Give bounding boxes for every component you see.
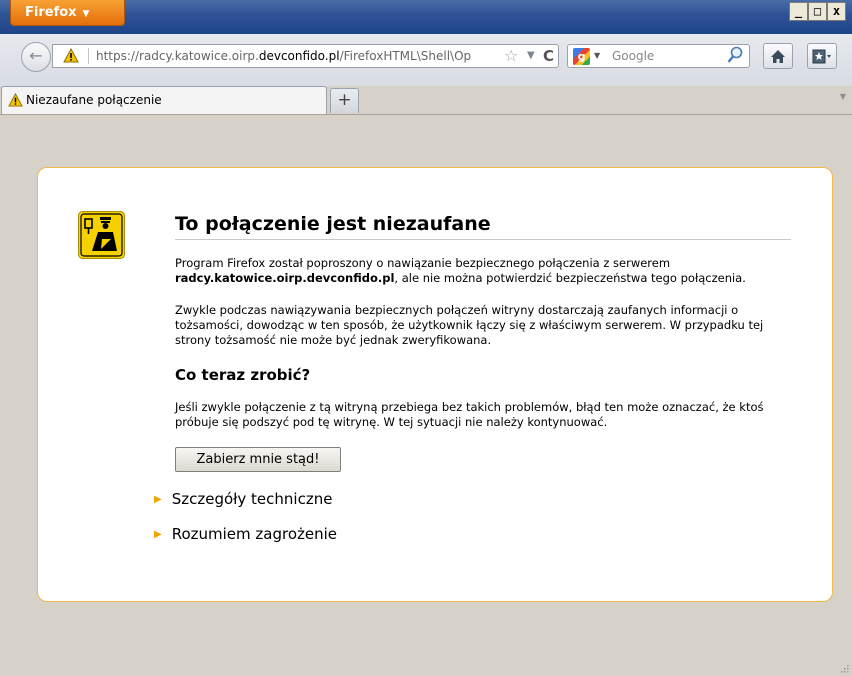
warning-icon[interactable] [63, 48, 79, 63]
expand-triangle-icon: ▶ [154, 494, 162, 505]
bookmarks-button[interactable] [807, 43, 837, 69]
intro-before: Program Firefox został poproszony o nawi… [175, 256, 671, 270]
url-bar[interactable]: https://radcy.katowice.oirp.devconfido.p… [52, 44, 559, 68]
url-prefix: https://radcy.katowice.oirp. [96, 49, 259, 63]
what-to-do-heading: Co teraz zrobić? [175, 366, 311, 384]
history-dropdown-icon[interactable]: ▼ [527, 45, 535, 67]
close-button[interactable]: x [827, 2, 846, 21]
page-title: To połączenie jest niezaufane [175, 213, 791, 240]
maximize-button[interactable]: □ [808, 2, 827, 21]
search-engine-dropdown-icon[interactable]: ▼ [594, 45, 600, 67]
home-icon [771, 50, 785, 63]
firefox-menu-button[interactable]: Firefox ▼ [10, 0, 125, 26]
explanation-text: Zwykle podczas nawiązywania bezpiecznych… [175, 303, 764, 347]
home-button[interactable] [763, 43, 793, 69]
minimize-button[interactable]: _ [789, 2, 808, 21]
understand-risks-expander[interactable]: ▶ Rozumiem zagrożenie [154, 525, 337, 543]
understand-risks-label: Rozumiem zagrożenie [171, 525, 338, 543]
url-host: devconfido.pl [258, 49, 340, 63]
intro-host: radcy.katowice.oirp.devconfido.pl [175, 271, 395, 285]
technical-details-label: Szczegóły techniczne [171, 490, 333, 508]
bookmark-star-icon[interactable]: ☆ [504, 45, 518, 67]
error-box: To połączenie jest niezaufane Program Fi… [37, 167, 833, 602]
url-suffix: /FirefoxHTML\Shell\Op [339, 49, 472, 63]
technical-details-expander[interactable]: ▶ Szczegóły techniczne [154, 490, 332, 508]
tab-bar: Niezaufane połączenie + ▼ [0, 86, 852, 114]
navigation-toolbar: ← https://radcy.katowice.oirp.devconfido… [0, 34, 852, 86]
reload-icon[interactable]: C [543, 45, 554, 67]
policeman-icon [78, 211, 125, 259]
chevron-down-icon: ▼ [82, 9, 90, 19]
back-button[interactable]: ← [21, 42, 51, 72]
bookmarks-icon [812, 49, 831, 64]
expand-triangle-icon: ▶ [154, 529, 162, 540]
tab-untrusted-connection[interactable]: Niezaufane połączenie [1, 86, 327, 114]
back-arrow-icon: ← [29, 46, 43, 65]
warning-icon [8, 93, 23, 107]
url-separator [88, 48, 89, 64]
search-bar[interactable]: g ▼ Google [567, 44, 750, 68]
title-bar: Firefox ▼ _ □ x [0, 0, 852, 34]
firefox-menu-label: Firefox [25, 5, 77, 20]
google-logo-icon[interactable]: g [573, 48, 590, 65]
intro-after: , ale nie można potwierdzić bezpieczeńst… [394, 271, 746, 285]
get-me-out-button[interactable]: Zabierz mnie stąd! [175, 447, 341, 472]
what-to-do-text: Jeśli zwykle połączenie z tą witryną prz… [175, 400, 764, 429]
page-content: To połączenie jest niezaufane Program Fi… [0, 114, 852, 676]
tab-label: Niezaufane połączenie [26, 93, 162, 107]
search-input[interactable]: Google [612, 45, 654, 67]
window-controls: _ □ x [789, 2, 846, 21]
new-tab-button[interactable]: + [330, 88, 359, 113]
resize-grip-icon[interactable] [839, 663, 849, 673]
url-text[interactable]: https://radcy.katowice.oirp.devconfido.p… [96, 45, 491, 67]
tab-list-icon[interactable]: ▼ [840, 92, 846, 101]
intro-text: Program Firefox został poproszony o nawi… [175, 256, 795, 286]
magnifier-icon[interactable] [727, 46, 743, 64]
